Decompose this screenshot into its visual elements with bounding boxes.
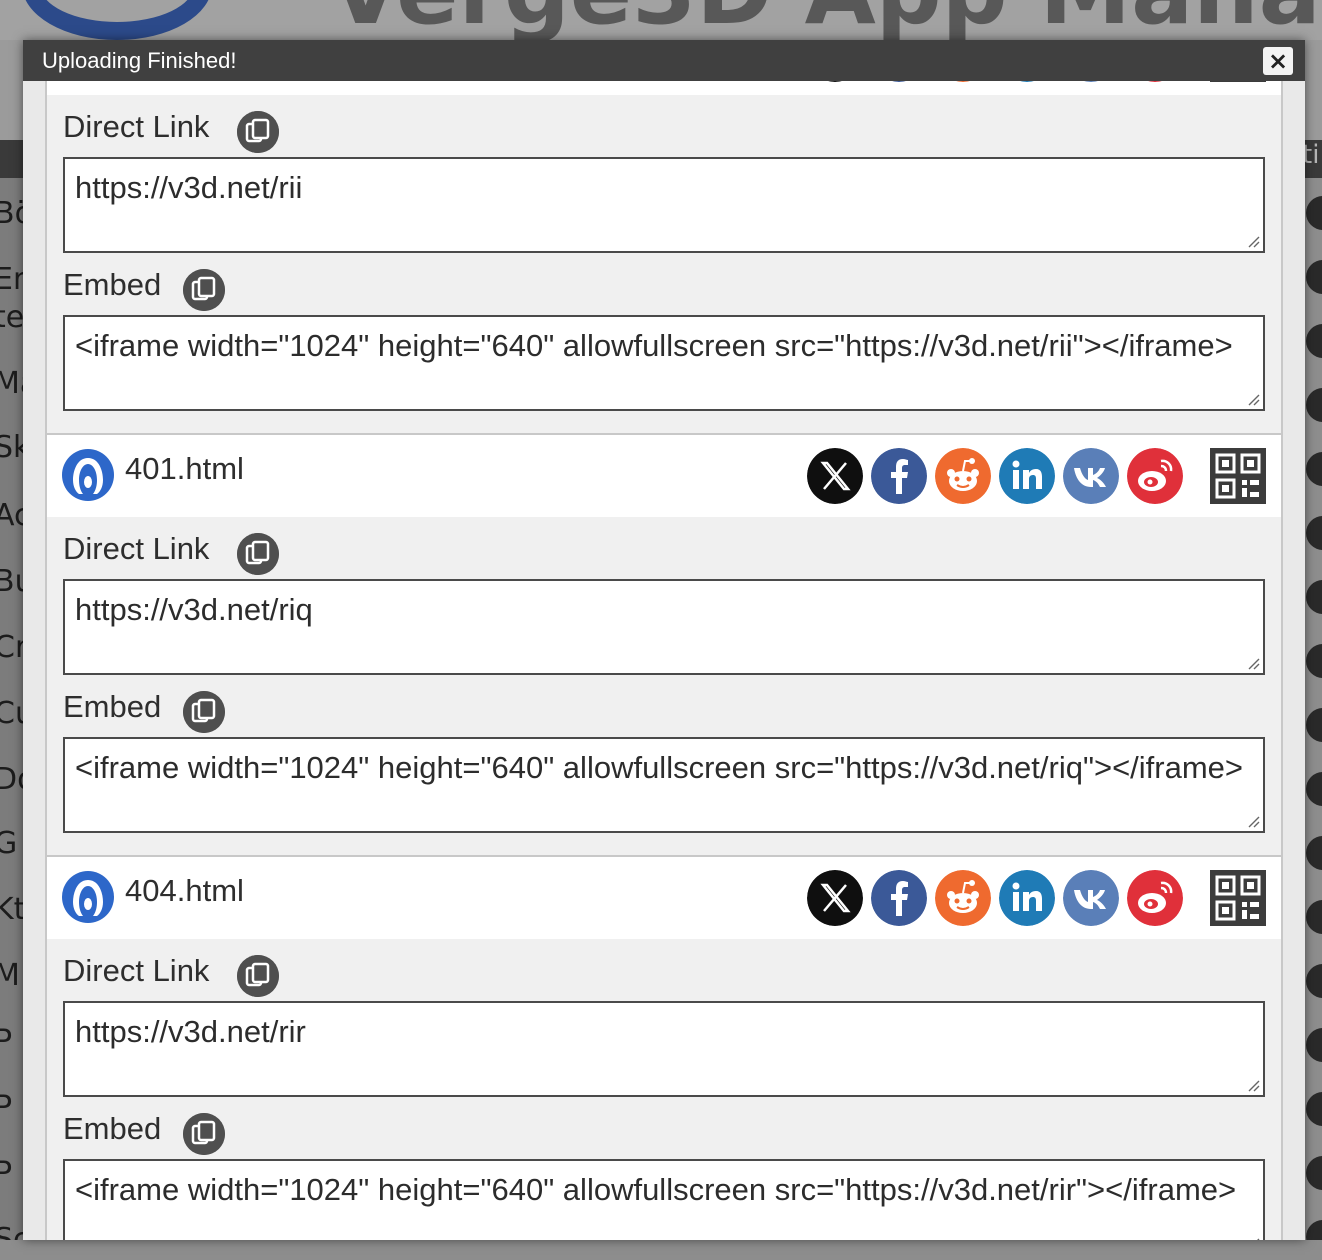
vk-icon[interactable] xyxy=(1063,81,1119,82)
embed-section: Embed <iframe width="1024" height="640" … xyxy=(47,253,1281,411)
copy-direct-link-button[interactable] xyxy=(237,533,279,575)
direct-link-value: https://v3d.net/rir xyxy=(75,1014,306,1049)
vk-icon[interactable] xyxy=(1063,448,1119,504)
upload-finished-dialog: Uploading Finished! × Enter Escape - Flu… xyxy=(23,40,1305,1240)
background-sidebar-item: P xyxy=(0,1090,13,1125)
file-card: Enter Escape - Flucht in virtuelle Welte… xyxy=(45,81,1283,435)
background-sidebar-item: P xyxy=(0,1024,13,1059)
weibo-icon[interactable] xyxy=(1127,448,1183,504)
qr-code-icon[interactable] xyxy=(1210,870,1266,926)
weibo-icon[interactable] xyxy=(1127,81,1183,82)
direct-link-label: Direct Link xyxy=(63,109,210,144)
file-card: 404.html Direct Link https://v3d.net/rir… xyxy=(45,857,1283,1240)
background-right-header: ti xyxy=(1302,140,1322,178)
embed-code-value: <iframe width="1024" height="640" allowf… xyxy=(75,1172,1237,1207)
embed-code-field[interactable]: <iframe width="1024" height="640" allowf… xyxy=(63,1159,1265,1240)
reddit-icon[interactable] xyxy=(935,81,991,82)
direct-link-section: Direct Link https://v3d.net/rir xyxy=(47,939,1281,1097)
facebook-icon[interactable] xyxy=(871,870,927,926)
embed-label: Embed xyxy=(63,689,162,724)
embed-label: Embed xyxy=(63,1111,162,1146)
copy-icon xyxy=(237,111,279,153)
vk-icon[interactable] xyxy=(1063,870,1119,926)
background-sidebar-item: te xyxy=(0,300,25,335)
x-icon[interactable] xyxy=(807,870,863,926)
copy-icon xyxy=(183,691,225,733)
copy-embed-button[interactable] xyxy=(183,1113,225,1155)
direct-link-value: https://v3d.net/rii xyxy=(75,170,303,205)
reddit-icon[interactable] xyxy=(935,448,991,504)
copy-icon xyxy=(183,1113,225,1155)
copy-embed-button[interactable] xyxy=(183,269,225,311)
direct-link-field[interactable]: https://v3d.net/rii xyxy=(63,157,1265,253)
copy-icon xyxy=(237,533,279,575)
qr-code-icon[interactable] xyxy=(1210,448,1266,504)
direct-link-field[interactable]: https://v3d.net/rir xyxy=(63,1001,1265,1097)
background-logo xyxy=(22,0,212,40)
background-sidebar-item: P xyxy=(0,1156,13,1191)
linkedin-icon[interactable] xyxy=(999,81,1055,82)
file-header: 404.html xyxy=(47,857,1281,939)
weibo-icon[interactable] xyxy=(1127,870,1183,926)
copy-embed-button[interactable] xyxy=(183,691,225,733)
reddit-icon[interactable] xyxy=(935,870,991,926)
x-icon[interactable] xyxy=(807,448,863,504)
direct-link-value: https://v3d.net/riq xyxy=(75,592,313,627)
dialog-body[interactable]: Enter Escape - Flucht in virtuelle Welte… xyxy=(23,81,1305,1240)
file-card: 401.html Direct Link https://v3d.net/riq… xyxy=(45,435,1283,857)
facebook-icon[interactable] xyxy=(871,448,927,504)
direct-link-label: Direct Link xyxy=(63,531,210,566)
linkedin-icon[interactable] xyxy=(999,870,1055,926)
copy-icon xyxy=(183,269,225,311)
copy-direct-link-button[interactable] xyxy=(237,955,279,997)
qr-code-icon[interactable] xyxy=(1210,81,1266,82)
copy-icon xyxy=(237,955,279,997)
direct-link-label: Direct Link xyxy=(63,953,210,988)
close-button[interactable]: × xyxy=(1263,47,1293,75)
verge3d-logo-icon xyxy=(62,871,114,923)
background-sidebar-item: Kt xyxy=(0,892,26,927)
background-bottom-strip xyxy=(0,1240,1322,1260)
embed-code-field[interactable]: <iframe width="1024" height="640" allowf… xyxy=(63,315,1265,411)
embed-code-value: <iframe width="1024" height="640" allowf… xyxy=(75,328,1233,363)
direct-link-section: Direct Link https://v3d.net/riq xyxy=(47,517,1281,675)
linkedin-icon[interactable] xyxy=(999,448,1055,504)
direct-link-section: Direct Link https://v3d.net/rii xyxy=(47,95,1281,253)
file-name: 401.html xyxy=(125,451,244,486)
background-header: Verge3D App Manager xyxy=(0,0,1322,40)
background-sidebar-item: G xyxy=(0,826,18,861)
background-sidebar-item: M xyxy=(0,958,20,993)
embed-label: Embed xyxy=(63,267,162,302)
verge3d-logo-icon xyxy=(62,449,114,501)
direct-link-field[interactable]: https://v3d.net/riq xyxy=(63,579,1265,675)
file-list: Enter Escape - Flucht in virtuelle Welte… xyxy=(45,81,1283,1240)
dialog-title: Uploading Finished! xyxy=(42,48,237,73)
file-name: 404.html xyxy=(125,873,244,908)
dialog-header: Uploading Finished! × xyxy=(23,40,1305,81)
x-icon[interactable] xyxy=(807,81,863,82)
file-header: Enter Escape - Flucht in virtuelle Welte… xyxy=(47,81,1281,95)
file-header: 401.html xyxy=(47,435,1281,517)
embed-section: Embed <iframe width="1024" height="640" … xyxy=(47,1097,1281,1240)
embed-code-value: <iframe width="1024" height="640" allowf… xyxy=(75,750,1244,785)
facebook-icon[interactable] xyxy=(871,81,927,82)
embed-code-field[interactable]: <iframe width="1024" height="640" allowf… xyxy=(63,737,1265,833)
embed-section: Embed <iframe width="1024" height="640" … xyxy=(47,675,1281,833)
background-app-title: Verge3D App Manager xyxy=(330,0,1322,40)
copy-direct-link-button[interactable] xyxy=(237,111,279,153)
